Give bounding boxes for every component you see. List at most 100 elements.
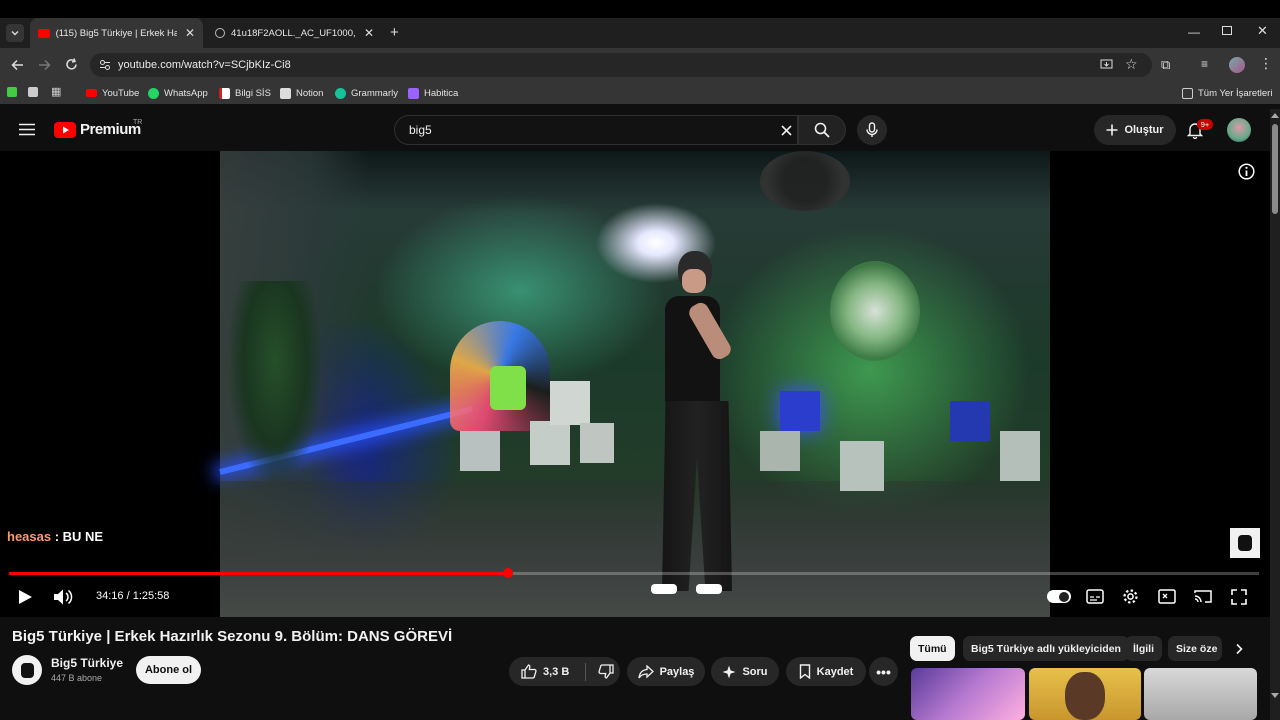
- chat-message: : BU NE: [54, 529, 104, 544]
- close-tab-icon[interactable]: ✕: [364, 26, 374, 40]
- logo-region: TR: [133, 119, 143, 126]
- youtube-icon: [86, 89, 97, 97]
- toggle-knob: [1059, 591, 1069, 602]
- time-display: 34:16 / 1:25:58: [96, 590, 170, 602]
- account-avatar[interactable]: [1227, 118, 1251, 142]
- progress-played: [9, 572, 508, 575]
- share-button[interactable]: Paylaş: [627, 657, 705, 686]
- more-horizontal-icon: •••: [876, 663, 891, 680]
- app-shortcut-icon[interactable]: [7, 87, 17, 97]
- dancer-face: [682, 269, 706, 293]
- all-bookmarks-folder[interactable]: Tüm Yer İşaretleri: [1182, 82, 1272, 104]
- restore-icon[interactable]: [1222, 26, 1232, 35]
- scrollbar-thumb[interactable]: [1272, 124, 1278, 214]
- recommended-thumbnail[interactable]: [911, 668, 1025, 720]
- hamburger-menu-icon[interactable]: [19, 123, 35, 136]
- thumbs-up-icon[interactable]: [521, 664, 537, 679]
- minimize-icon[interactable]: —: [1188, 25, 1200, 39]
- info-icon[interactable]: [1238, 163, 1255, 180]
- create-button[interactable]: Oluştur: [1094, 115, 1176, 145]
- apps-grid-icon[interactable]: ▦: [51, 85, 61, 98]
- chip-from-uploader[interactable]: Big5 Türkiye adlı yükleyiciden: [963, 636, 1129, 661]
- channel-avatar[interactable]: [12, 655, 42, 685]
- search-button[interactable]: [798, 115, 846, 145]
- autoplay-toggle[interactable]: [1047, 590, 1071, 603]
- notification-badge: 9+: [1197, 119, 1213, 130]
- cast-icon[interactable]: [1194, 589, 1212, 604]
- miniplayer-icon[interactable]: [1158, 589, 1176, 604]
- address-bar[interactable]: youtube.com/watch?v=SCjbKIz-Ci8 ☆: [90, 53, 1152, 77]
- whatsapp-icon: [148, 87, 159, 99]
- clear-search-icon[interactable]: [781, 125, 792, 136]
- bookmark-habitica[interactable]: Habitica: [408, 82, 458, 104]
- youtube-play-logo-icon: [54, 121, 76, 138]
- plus-icon: [1106, 124, 1118, 136]
- video-frame: [219, 151, 1050, 617]
- extensions-icon[interactable]: ⧉: [1161, 57, 1170, 73]
- chip-for-you[interactable]: Size öze: [1168, 636, 1222, 661]
- search-value: big5: [409, 123, 432, 137]
- tab-youtube[interactable]: (115) Big5 Türkiye | Erkek Hazırl ✕: [30, 18, 203, 48]
- tab-bar: (115) Big5 Türkiye | Erkek Hazırl ✕ 41u1…: [0, 18, 1280, 48]
- search-input[interactable]: big5: [394, 115, 798, 145]
- site-settings-icon[interactable]: [99, 59, 111, 71]
- volume-icon[interactable]: [53, 588, 73, 606]
- bookmark-notion[interactable]: Notion: [280, 82, 323, 104]
- divider: [585, 662, 587, 681]
- settings-gear-icon[interactable]: [1122, 588, 1139, 605]
- play-icon[interactable]: [17, 589, 33, 605]
- tab-search-button[interactable]: [6, 24, 24, 42]
- bookmark-star-icon[interactable]: ☆: [1125, 56, 1138, 73]
- ask-button[interactable]: Soru: [711, 657, 779, 686]
- microphone-icon: [866, 122, 878, 137]
- reload-icon[interactable]: [65, 58, 78, 71]
- save-bookmark-icon: [799, 664, 810, 679]
- scroll-down-arrow-icon[interactable]: [1271, 693, 1279, 699]
- scroll-up-arrow-icon[interactable]: [1271, 112, 1279, 118]
- grammarly-icon: [335, 87, 346, 99]
- chip-all[interactable]: Tümü: [910, 636, 955, 661]
- bookmark-youtube[interactable]: YouTube: [86, 82, 139, 104]
- video-player[interactable]: heasas : BU NE: [0, 151, 1270, 617]
- profile-avatar[interactable]: [1229, 57, 1245, 73]
- bookmark-whatsapp[interactable]: WhatsApp: [148, 82, 208, 104]
- like-count[interactable]: 3,3 B: [543, 666, 569, 678]
- menu-kebab-icon[interactable]: ⋮: [1259, 55, 1273, 72]
- voice-search-button[interactable]: [857, 115, 887, 145]
- bookmark-grammarly[interactable]: Grammarly: [335, 82, 398, 104]
- window-top-strip: [0, 0, 1280, 18]
- subtitles-icon[interactable]: [1086, 589, 1104, 604]
- search-icon: [814, 122, 830, 138]
- channel-watermark[interactable]: [1230, 528, 1260, 558]
- save-button[interactable]: Kaydet: [786, 657, 866, 686]
- youtube-premium-logo[interactable]: Premium: [54, 121, 141, 138]
- subscribe-button[interactable]: Abone ol: [136, 656, 201, 684]
- forward-arrow-icon[interactable]: [38, 59, 51, 71]
- recommended-thumbnail[interactable]: [1144, 668, 1257, 720]
- close-tab-icon[interactable]: ✕: [185, 26, 195, 40]
- progress-scrubber[interactable]: [502, 568, 513, 578]
- install-app-icon[interactable]: [1100, 59, 1113, 71]
- create-label: Oluştur: [1124, 124, 1164, 136]
- bookmark-bilgi-sis[interactable]: Bilgi SİS: [219, 82, 271, 104]
- back-arrow-icon[interactable]: [11, 59, 24, 71]
- chevron-right-icon[interactable]: [1234, 643, 1244, 655]
- app-shortcut-icon[interactable]: [28, 87, 38, 97]
- chevron-down-icon: [11, 31, 19, 36]
- thumbs-down-icon[interactable]: [598, 664, 614, 679]
- more-actions-button[interactable]: •••: [869, 657, 898, 686]
- chip-related[interactable]: İlgili: [1125, 636, 1162, 661]
- share-arrow-icon: [637, 664, 654, 678]
- big5-logo-block: [490, 366, 526, 410]
- media-controls-icon[interactable]: ≡: [1201, 57, 1208, 71]
- sparkle-icon: [722, 665, 736, 678]
- new-tab-button[interactable]: +: [390, 24, 399, 41]
- like-dislike-group: 3,3 B: [509, 657, 620, 686]
- tab-image[interactable]: 41u18F2AOLL._AC_UF1000,1000 ✕: [207, 18, 382, 48]
- wall-emblem: [830, 261, 920, 361]
- close-window-icon[interactable]: ✕: [1257, 23, 1268, 39]
- progress-bar[interactable]: [9, 568, 1259, 578]
- recommended-thumbnail[interactable]: [1029, 668, 1141, 720]
- channel-name[interactable]: Big5 Türkiye: [51, 656, 123, 670]
- fullscreen-icon[interactable]: [1231, 589, 1247, 605]
